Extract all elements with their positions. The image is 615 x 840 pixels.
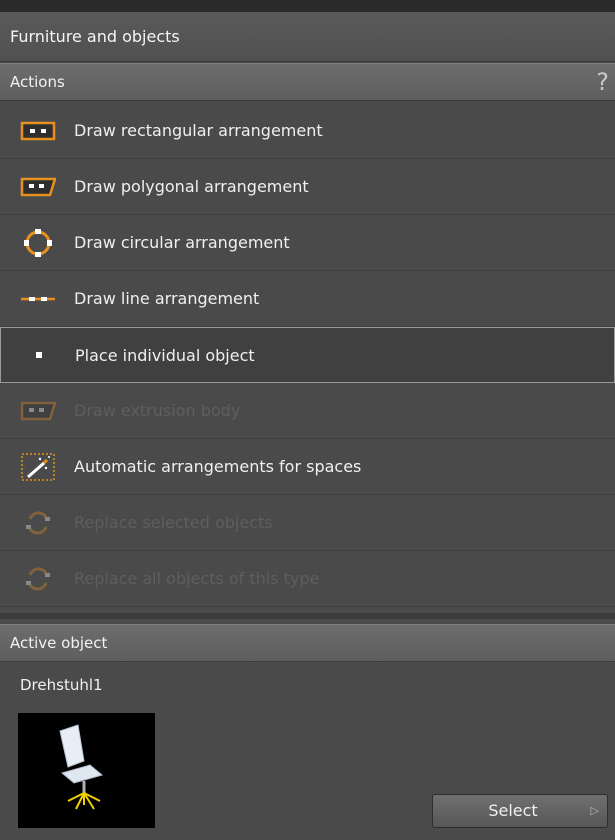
single-object-icon [21,341,57,369]
action-label: Draw line arrangement [74,289,260,308]
action-replace-all[interactable]: Replace all objects of this type [0,551,615,607]
action-label: Replace all objects of this type [74,569,320,588]
action-draw-line[interactable]: Draw line arrangement [0,271,615,327]
actions-list: Draw rectangular arrangement Draw polygo… [0,103,615,607]
line-arrangement-icon [20,285,56,313]
action-place-individual-object[interactable]: Place individual object [0,327,615,383]
action-label: Replace selected objects [74,513,273,532]
action-replace-selected[interactable]: Replace selected objects [0,495,615,551]
polygonal-arrangement-icon [20,173,56,201]
replace-icon [20,509,56,537]
action-label: Automatic arrangements for spaces [74,457,362,476]
select-button[interactable]: Select ▷ [432,794,608,828]
action-draw-polygonal[interactable]: Draw polygonal arrangement [0,159,615,215]
action-draw-rectangular[interactable]: Draw rectangular arrangement [0,103,615,159]
extrusion-body-icon [20,397,56,425]
circular-arrangement-icon [20,228,56,257]
play-arrow-icon: ▷ [590,804,599,817]
action-label: Draw circular arrangement [74,233,290,252]
active-object-section-header[interactable]: Active object [0,624,615,662]
action-draw-extrusion-body[interactable]: Draw extrusion body [0,383,615,439]
action-draw-circular[interactable]: Draw circular arrangement [0,215,615,271]
actions-section-header[interactable]: Actions ? [0,63,615,101]
actions-header-label: Actions [10,73,65,91]
action-label: Draw extrusion body [74,401,241,420]
help-icon[interactable]: ? [596,66,609,98]
object-thumbnail [18,713,155,828]
active-object-name: Drehstuhl1 [20,676,103,694]
select-button-label: Select [488,801,538,820]
action-label: Draw polygonal arrangement [74,177,309,196]
rectangular-arrangement-icon [20,117,56,145]
action-automatic-arrangements[interactable]: Automatic arrangements for spaces [0,439,615,495]
active-object-header-label: Active object [10,634,108,652]
window-top-strip [0,0,615,12]
section-separator [0,613,615,619]
action-label: Draw rectangular arrangement [74,121,323,140]
replace-all-icon [20,565,56,593]
action-label: Place individual object [75,345,255,365]
office-chair-icon [59,724,104,810]
panel-title: Furniture and objects [0,12,615,62]
magic-wand-icon [20,452,56,481]
